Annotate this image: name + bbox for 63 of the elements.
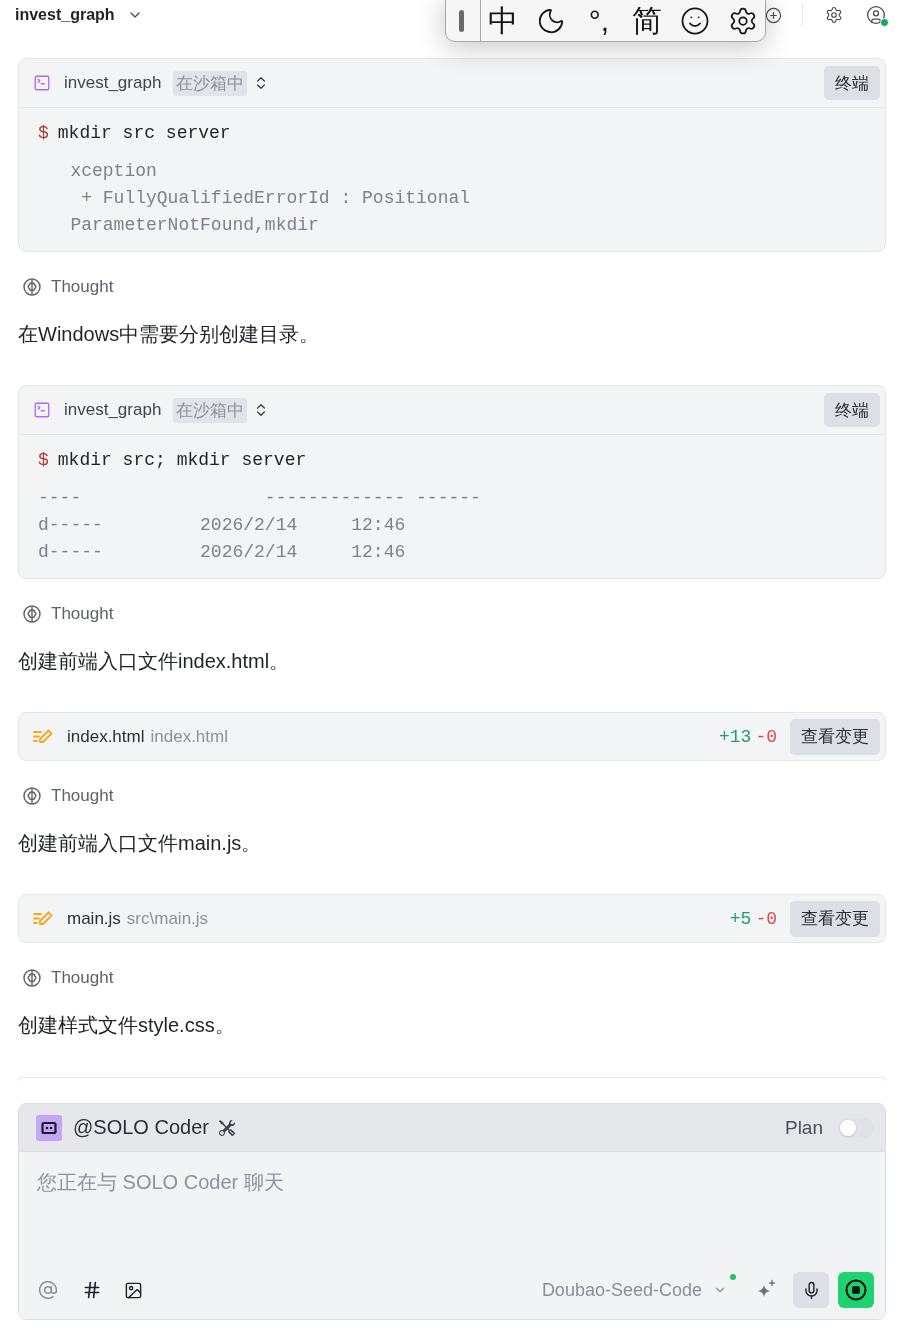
thought-toggle[interactable]: Thought <box>18 966 114 990</box>
terminal-button[interactable]: 终端 <box>824 393 880 427</box>
brain-icon <box>23 787 41 805</box>
prompt-symbol: $ <box>38 123 49 143</box>
stop-button[interactable] <box>838 1272 874 1308</box>
view-changes-button[interactable]: 查看变更 <box>790 718 880 755</box>
project-name: invest_graph <box>64 73 162 93</box>
thought-toggle[interactable]: Thought <box>18 275 114 299</box>
prompt-symbol: $ <box>38 450 49 470</box>
sandbox-badge: 在沙箱中 <box>173 397 248 423</box>
stop-icon <box>845 1279 867 1301</box>
microphone-button[interactable] <box>793 1272 829 1308</box>
status-dot-icon <box>730 1274 736 1280</box>
robot-icon <box>36 1114 62 1141</box>
smiley-icon[interactable] <box>680 6 710 36</box>
command-text: mkdir src; mkdir server <box>57 450 307 470</box>
terminal-button[interactable]: 终端 <box>824 66 880 100</box>
thought-toggle[interactable]: Thought <box>18 784 114 808</box>
project-name: invest_graph <box>64 400 162 420</box>
hash-icon[interactable] <box>82 1280 102 1300</box>
file-name[interactable]: index.html <box>67 726 145 747</box>
lines-removed: -0 <box>755 908 777 929</box>
plan-label: Plan <box>784 1116 823 1139</box>
at-sign-icon[interactable] <box>38 1280 58 1300</box>
command-text: mkdir src server <box>57 123 231 143</box>
image-icon[interactable] <box>124 1280 143 1300</box>
user-avatar-icon[interactable] <box>866 5 886 25</box>
input-mode-toggle[interactable]: 中 <box>488 4 518 38</box>
character-set-toggle[interactable]: 简 <box>632 4 662 38</box>
plan-toggle[interactable] <box>838 1117 874 1138</box>
thought-toggle[interactable]: Thought <box>18 602 114 626</box>
drag-handle[interactable] <box>459 10 464 32</box>
lines-removed: -0 <box>755 726 777 747</box>
brain-icon <box>23 278 41 296</box>
punctuation-toggle[interactable]: °, <box>584 4 614 38</box>
pencil-lines-icon <box>33 728 53 745</box>
file-name[interactable]: main.js <box>67 908 121 929</box>
brain-icon <box>23 605 41 623</box>
assistant-message: 创建前端入口文件index.html。 <box>18 649 291 674</box>
project-switcher[interactable]: invest_graph <box>15 6 143 24</box>
file-path: src\main.js <box>126 908 209 929</box>
terminal-icon <box>33 401 51 419</box>
terminal-output: ---- ------------- ------ d----- 2026/2/14 12:46 d----- 2026/2/14 12:46 <box>38 487 482 564</box>
add-icon[interactable] <box>765 6 782 24</box>
assistant-message: 创建样式文件style.css。 <box>18 1013 236 1038</box>
message-input[interactable]: 您正在与 SOLO Coder 聊天 <box>37 1168 874 1272</box>
assistant-message: 在Windows中需要分别创建目录。 <box>18 322 321 347</box>
view-changes-button[interactable]: 查看变更 <box>790 900 880 937</box>
terminal-icon <box>33 74 51 92</box>
agent-name[interactable]: @SOLO Coder <box>73 1116 209 1139</box>
settings-icon[interactable] <box>728 6 758 36</box>
settings-icon[interactable] <box>825 6 843 24</box>
status-dot-icon <box>880 18 889 27</box>
sandbox-badge: 在沙箱中 <box>173 70 248 96</box>
terminal-output: xception + FullyQualifiedErrorId : Positional ParameterNotFound,mkdir <box>69 160 472 237</box>
pencil-lines-icon <box>33 910 53 927</box>
moon-icon[interactable] <box>536 6 566 36</box>
tools-icon[interactable] <box>218 1119 235 1136</box>
brain-icon <box>23 969 41 987</box>
file-path: index.html <box>150 726 228 747</box>
lines-added: +5 <box>729 908 752 929</box>
assistant-message: 创建前端入口文件main.js。 <box>18 831 263 856</box>
lines-added: +13 <box>719 726 752 747</box>
